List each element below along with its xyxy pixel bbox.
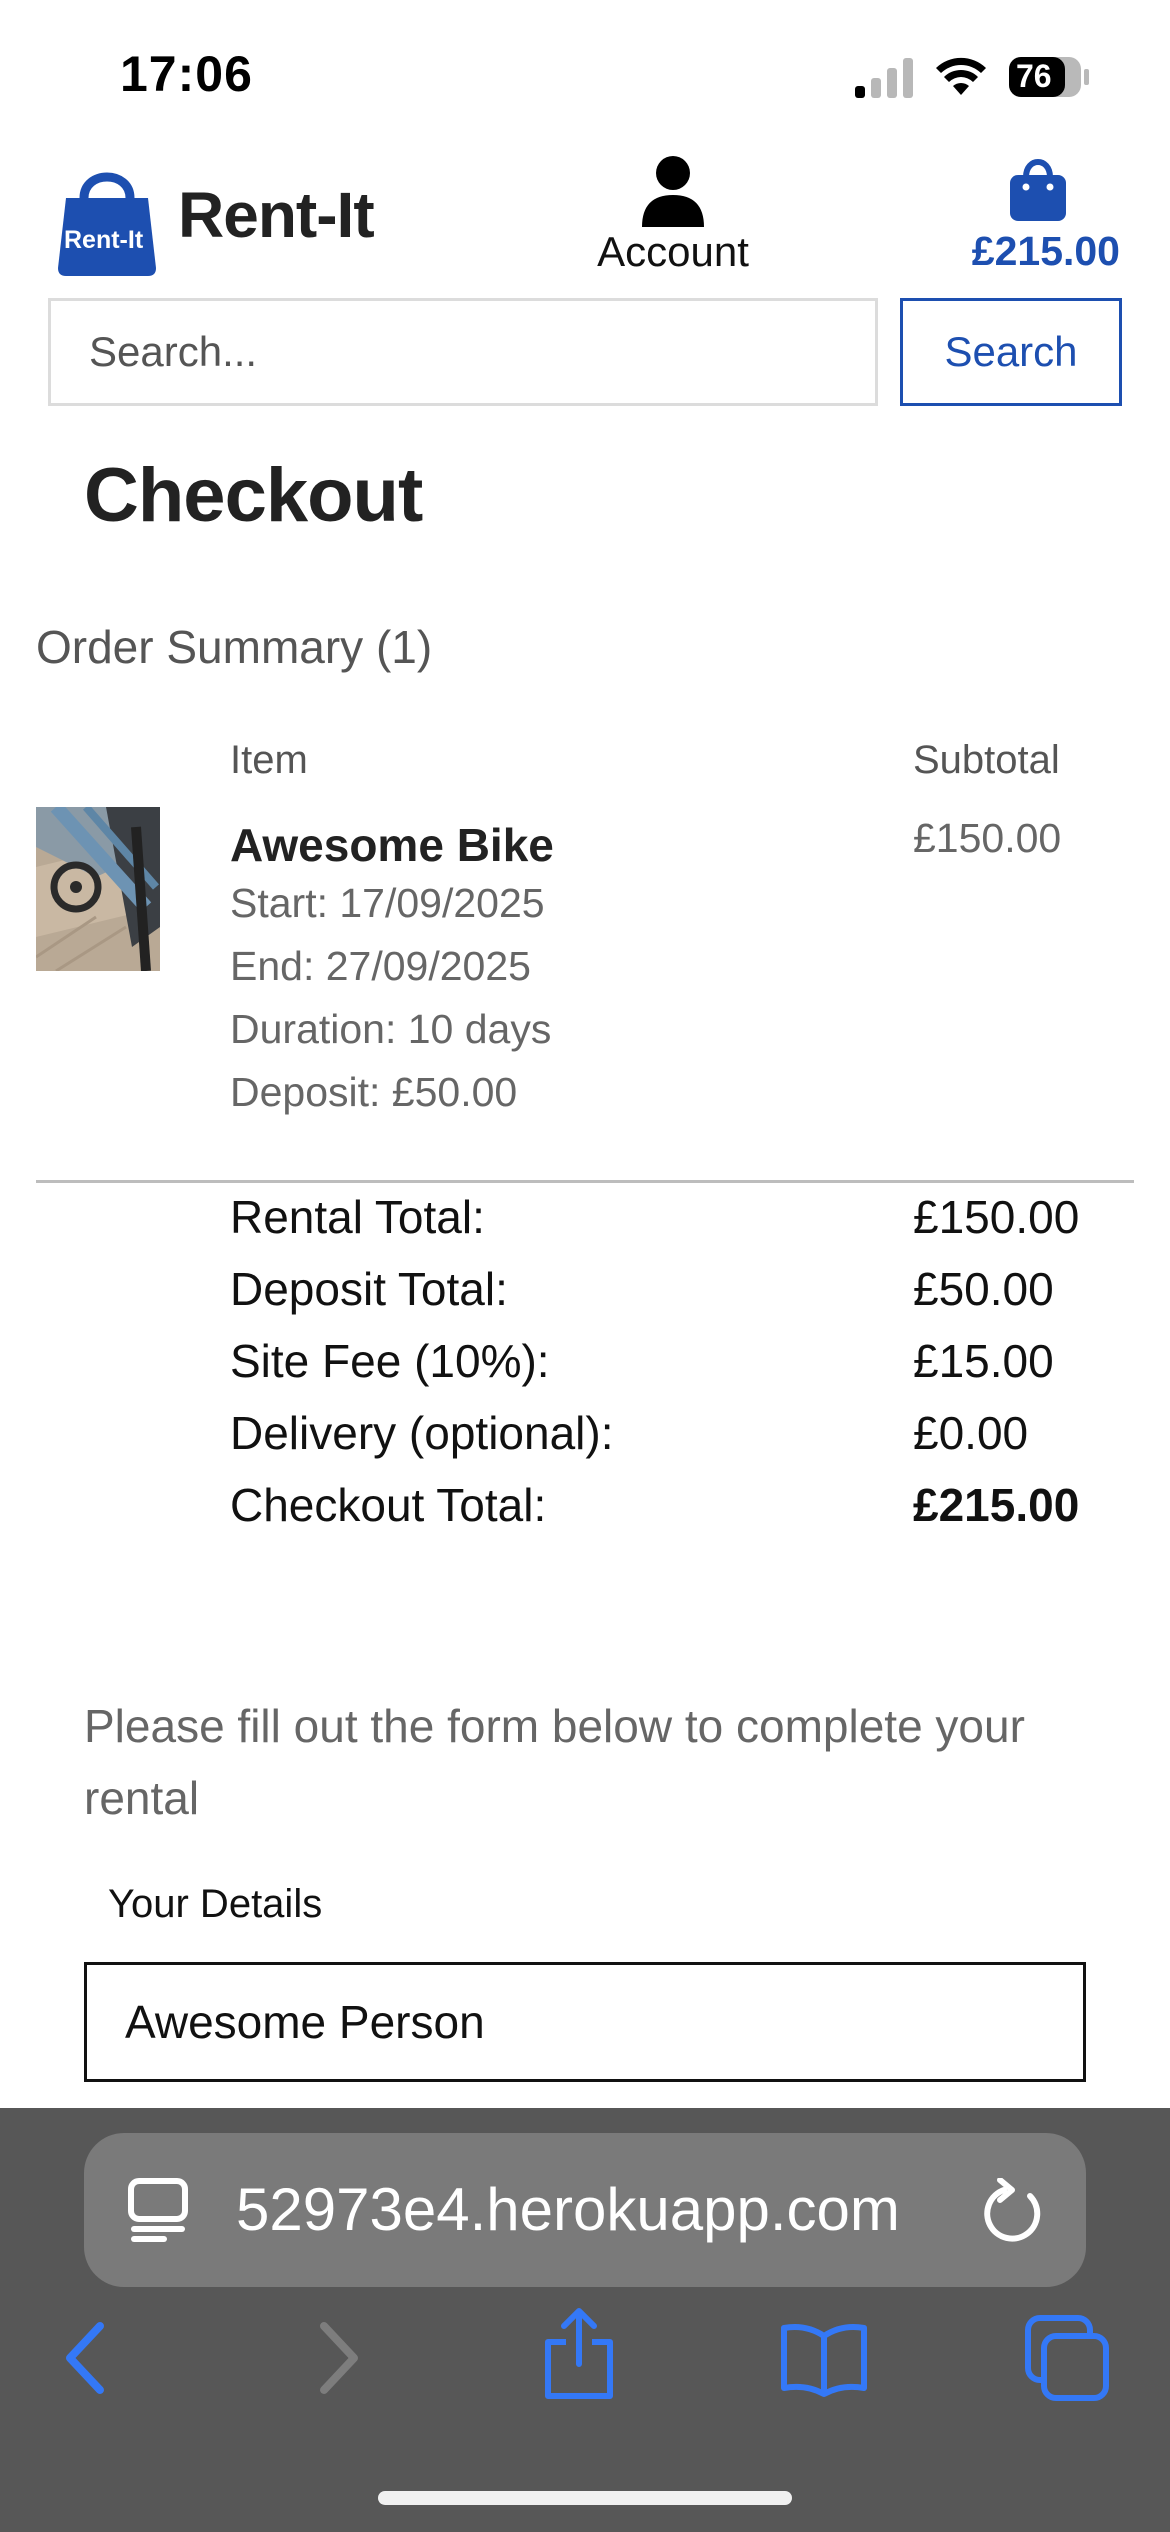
battery-icon: 76 [1008,56,1090,98]
wifi-icon [936,57,986,95]
item-start-date: Start: 17/09/2025 [230,880,545,926]
delivery-value: £0.00 [913,1407,1029,1459]
search-input[interactable] [48,298,878,406]
item-thumbnail[interactable] [36,807,160,971]
totals-divider [36,1180,1134,1183]
bookmarks-icon[interactable] [778,2318,870,2398]
cart-total[interactable]: £215.00 [950,228,1120,275]
order-summary-heading: Order Summary (1) [36,621,433,673]
share-icon[interactable] [540,2306,618,2402]
home-indicator[interactable] [378,2491,792,2505]
deposit-total-label: Deposit Total: [230,1263,508,1315]
item-duration: Duration: 10 days [230,1006,552,1052]
url-text[interactable]: 52973e4.herokuapp.com [236,2175,956,2244]
deposit-total-value: £50.00 [913,1263,1054,1315]
checkout-total-label: Checkout Total: [230,1479,547,1531]
your-details-label: Your Details [108,1882,323,1926]
rent-it-logo-icon[interactable]: Rent-It [52,160,162,278]
item-subtotal: £150.00 [913,815,1062,861]
subtotal-column-header: Subtotal [913,738,1060,782]
logo-text: Rent-It [64,226,144,254]
back-icon[interactable] [60,2318,110,2398]
item-column-header: Item [230,738,308,782]
battery-level: 76 [1016,58,1052,94]
brand-name[interactable]: Rent-It [178,178,375,252]
rental-total-label: Rental Total: [230,1191,485,1243]
rental-total-value: £150.00 [913,1191,1080,1243]
forward-icon[interactable] [314,2318,364,2398]
reload-icon[interactable] [982,2178,1044,2244]
site-fee-value: £15.00 [913,1335,1054,1387]
item-deposit: Deposit: £50.00 [230,1069,518,1115]
item-end-date: End: 27/09/2025 [230,943,531,989]
reader-icon[interactable] [128,2178,188,2242]
checkout-total-value: £215.00 [913,1479,1080,1531]
cellular-signal-icon [855,58,913,98]
delivery-label: Delivery (optional): [230,1407,614,1459]
form-intro-text: Please fill out the form below to comple… [84,1700,1025,1824]
status-time: 17:06 [120,46,253,102]
shopping-bag-icon[interactable] [1008,155,1068,221]
page-title: Checkout [84,453,423,538]
full-name-field[interactable] [84,1962,1086,2082]
search-button[interactable]: Search [900,298,1122,406]
account-link[interactable]: Account [590,228,756,276]
item-name[interactable]: Awesome Bike [230,818,554,872]
tabs-icon[interactable] [1024,2314,1110,2402]
site-fee-label: Site Fee (10%): [230,1335,550,1387]
account-icon[interactable] [640,155,706,227]
